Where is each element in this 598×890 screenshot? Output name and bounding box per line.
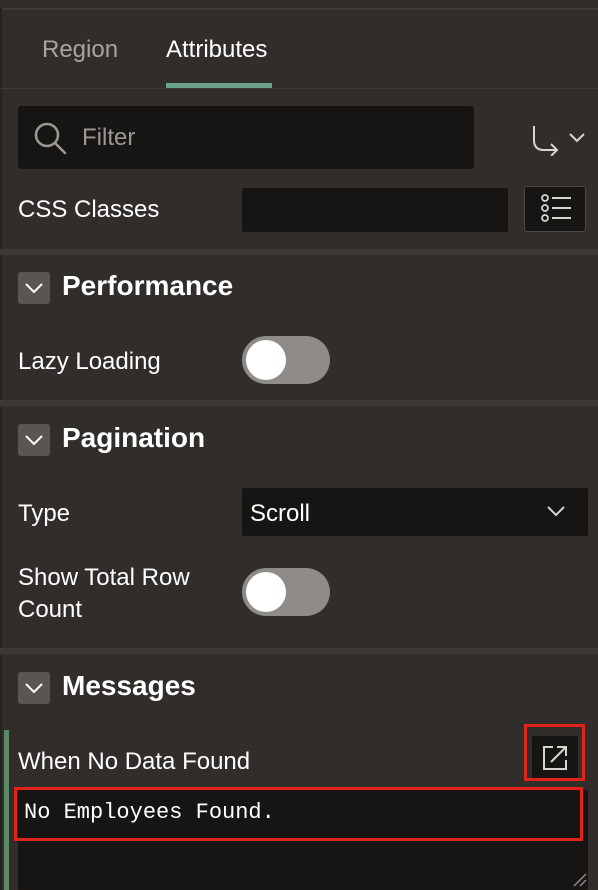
lazy-loading-toggle[interactable] xyxy=(242,336,330,384)
pagination-type-label: Type xyxy=(18,500,71,527)
show-total-row-count-label: Show Total Row Count xyxy=(18,562,190,626)
collapse-performance-button[interactable] xyxy=(18,272,50,304)
section-title-performance: Performance xyxy=(62,270,234,301)
search-icon xyxy=(34,122,67,155)
chevron-down-icon xyxy=(25,283,43,294)
css-classes-list-button[interactable] xyxy=(524,186,586,232)
left-border xyxy=(0,8,2,890)
highlight-box-expand xyxy=(524,724,585,781)
collapse-messages-button[interactable] xyxy=(18,672,50,704)
top-border xyxy=(0,8,598,10)
lazy-loading-label: Lazy Loading xyxy=(18,348,161,375)
css-classes-input[interactable] xyxy=(242,188,508,232)
show-total-label-line1: Show Total Row xyxy=(18,564,190,591)
toggle-knob xyxy=(246,572,286,612)
section-divider xyxy=(0,648,598,654)
toggle-knob xyxy=(246,340,286,380)
pagination-type-select[interactable]: Scroll xyxy=(242,488,588,536)
section-title-pagination: Pagination xyxy=(62,422,206,453)
chevron-down-icon xyxy=(25,683,43,694)
list-icon xyxy=(541,194,571,222)
when-no-data-found-label: When No Data Found xyxy=(18,748,251,775)
show-total-label-line2: Count xyxy=(18,596,83,623)
chevron-down-icon xyxy=(25,435,43,446)
tabs-divider xyxy=(0,88,598,89)
section-title-messages: Messages xyxy=(62,670,196,701)
show-total-row-count-toggle[interactable] xyxy=(242,568,330,616)
section-divider xyxy=(0,400,598,406)
css-classes-label: CSS Classes xyxy=(18,196,160,223)
changed-indicator xyxy=(4,730,9,890)
tab-region[interactable]: Region xyxy=(42,36,118,64)
goto-group-icon[interactable] xyxy=(528,122,590,156)
highlight-box-textarea xyxy=(14,787,583,841)
tab-attributes[interactable]: Attributes xyxy=(166,36,267,64)
filter-placeholder: Filter xyxy=(82,124,136,151)
pagination-type-value: Scroll xyxy=(250,500,311,527)
collapse-pagination-button[interactable] xyxy=(18,424,50,456)
resize-grip-icon[interactable] xyxy=(568,868,588,888)
section-divider xyxy=(0,249,598,255)
chevron-down-icon xyxy=(547,506,565,517)
